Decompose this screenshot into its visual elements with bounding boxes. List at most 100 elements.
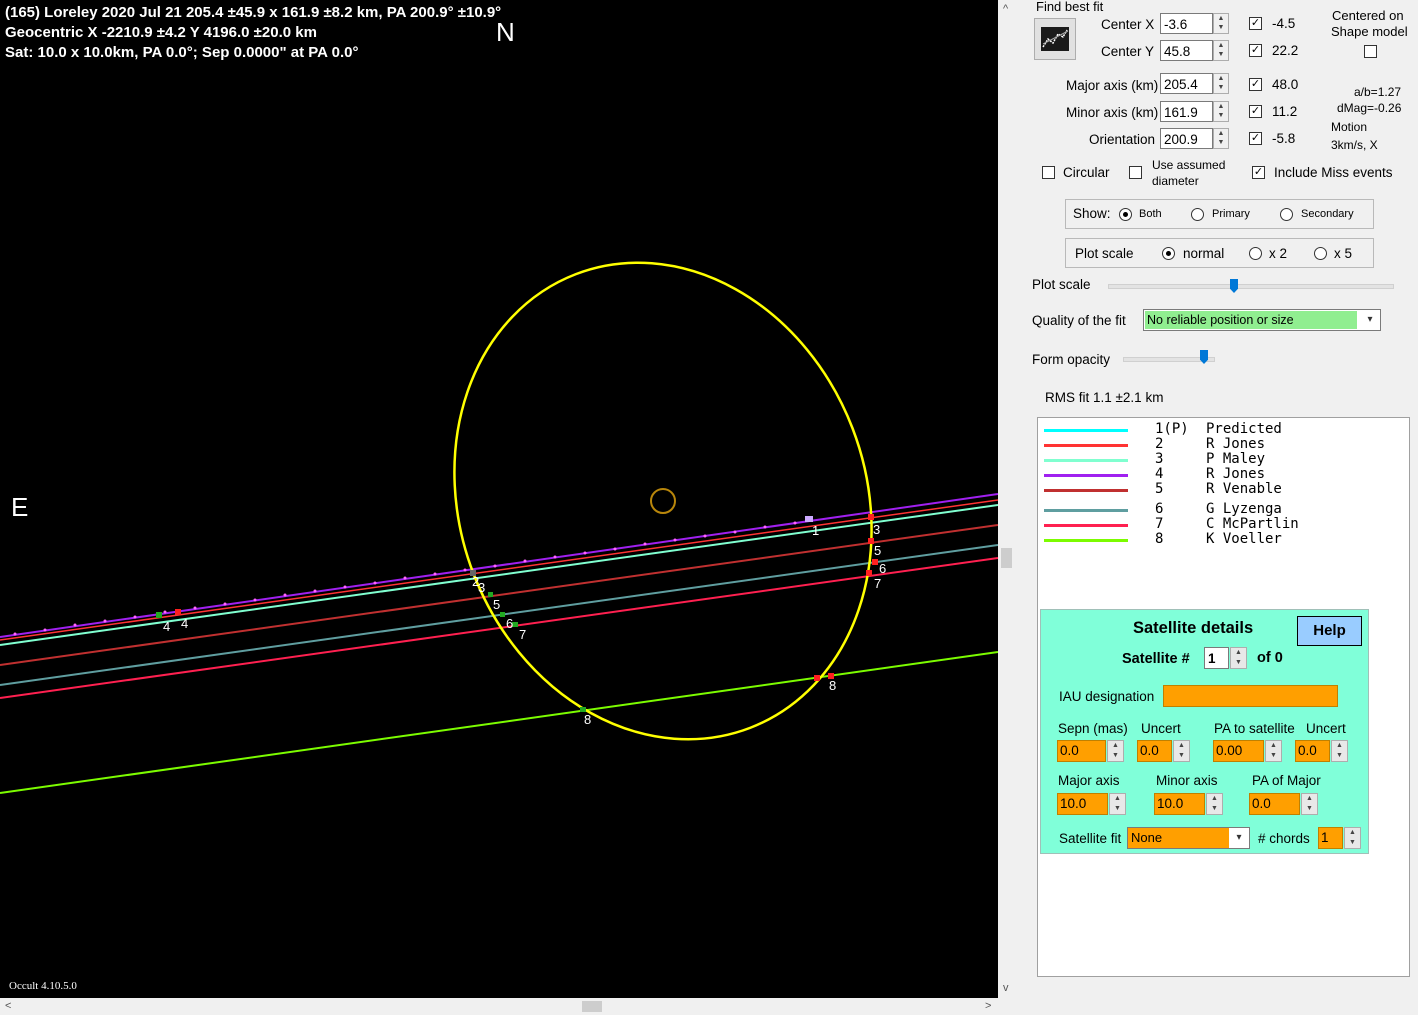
- asteroid-outline: [453, 261, 873, 741]
- legend-id: 6: [1155, 501, 1164, 517]
- legend-id: 3: [1155, 451, 1164, 467]
- pa-satellite-spinner[interactable]: ▲ ▼: [1265, 740, 1282, 762]
- circular-checkbox[interactable]: [1042, 166, 1055, 179]
- legend-id: 5: [1155, 481, 1164, 497]
- scroll-right-icon[interactable]: >: [985, 1000, 991, 1012]
- pa-uncert-spinner[interactable]: ▲ ▼: [1331, 740, 1348, 762]
- chords-input[interactable]: 1: [1318, 827, 1343, 849]
- sepn-uncert-input[interactable]: 0.0: [1137, 740, 1172, 762]
- show-both-label: Both: [1139, 208, 1162, 220]
- major-axis-label: Major axis (km): [1066, 78, 1159, 93]
- satellite-of-label: of 0: [1257, 650, 1283, 666]
- show-secondary-radio[interactable]: [1280, 208, 1293, 221]
- major-axis-checkbox[interactable]: ✓: [1249, 78, 1262, 91]
- chords-spinner[interactable]: ▲ ▼: [1344, 827, 1361, 849]
- occultation-plot[interactable]: 1 2 3 4 4 5 5 6 6 7 7 8 8 3 (165) Lorele…: [0, 0, 998, 998]
- chord-8: [0, 651, 998, 794]
- plot-scale-track[interactable]: [1108, 284, 1394, 289]
- find-best-fit-button[interactable]: [1034, 18, 1076, 60]
- satellite-fit-combo[interactable]: None ▾: [1127, 827, 1250, 849]
- find-best-fit-label: Find best fit: [1036, 0, 1104, 14]
- sat-pa-major-spinner[interactable]: ▲ ▼: [1301, 793, 1318, 815]
- center-marker: [650, 488, 676, 514]
- centered-on-label: Centered on: [1332, 8, 1404, 23]
- center-y-input[interactable]: 45.8: [1160, 40, 1213, 61]
- motion-value: 3km/s, X: [1331, 138, 1378, 152]
- chord-label-3: 3: [478, 580, 485, 595]
- satellite-number-input[interactable]: 1: [1204, 647, 1229, 669]
- plot-scale-slider-thumb[interactable]: [1230, 279, 1238, 293]
- sat-major-input[interactable]: 10.0: [1057, 793, 1108, 815]
- scroll-up-icon[interactable]: ^: [1003, 3, 1008, 15]
- center-y-checkbox[interactable]: ✓: [1249, 44, 1262, 57]
- help-button[interactable]: Help: [1297, 616, 1362, 646]
- chord-label-1: 1: [812, 523, 819, 538]
- use-assumed-checkbox[interactable]: [1129, 166, 1142, 179]
- include-miss-checkbox[interactable]: ✓: [1252, 166, 1265, 179]
- orientation-label: Orientation: [1089, 132, 1156, 147]
- satellite-number-spinner[interactable]: ▲ ▼: [1230, 647, 1247, 669]
- ab-ratio: a/b=1.27: [1354, 85, 1402, 99]
- scale-normal-radio[interactable]: [1162, 247, 1175, 260]
- pa-satellite-input[interactable]: 0.00: [1213, 740, 1264, 762]
- show-both-radio[interactable]: [1119, 208, 1132, 221]
- satellite-title: Satellite details: [1133, 619, 1254, 637]
- scale-x5-radio[interactable]: [1314, 247, 1327, 260]
- chevron-down-icon[interactable]: ▾: [1360, 310, 1380, 330]
- orientation-spinner[interactable]: ▲ ▼: [1213, 128, 1229, 149]
- minor-axis-spinner[interactable]: ▲ ▼: [1213, 101, 1229, 122]
- sepn-uncert-spinner[interactable]: ▲ ▼: [1173, 740, 1190, 762]
- legend-line-swatch: [1044, 459, 1128, 462]
- chord-label-5a: 5: [493, 597, 500, 612]
- legend-line-swatch: [1044, 474, 1128, 477]
- vertical-scrollbar[interactable]: ^ v: [998, 0, 1016, 998]
- iau-designation-input[interactable]: [1163, 685, 1338, 707]
- chord-label-8a: 8: [584, 712, 591, 727]
- orientation-input[interactable]: 200.9: [1160, 128, 1213, 149]
- orientation-checkbox[interactable]: ✓: [1249, 132, 1262, 145]
- chord-label-7a: 7: [519, 627, 526, 642]
- legend-id: 8: [1155, 531, 1164, 547]
- legend-line-swatch: [1044, 539, 1128, 542]
- show-primary-radio[interactable]: [1191, 208, 1204, 221]
- plot-canvas: 1 2 3 4 4 5 5 6 6 7 7 8 8 3: [0, 261, 998, 794]
- sat-major-label: Major axis: [1058, 773, 1120, 788]
- chevron-down-icon[interactable]: ▾: [1229, 828, 1249, 848]
- center-x-checkbox[interactable]: ✓: [1249, 17, 1262, 30]
- shape-model-checkbox[interactable]: [1364, 45, 1377, 58]
- plot-scale-label: Plot scale: [1075, 246, 1134, 261]
- major-axis-spinner[interactable]: ▲ ▼: [1213, 73, 1229, 94]
- legend-line-swatch: [1044, 489, 1128, 492]
- sepn-input[interactable]: 0.0: [1057, 740, 1106, 762]
- center-y-uncert: 22.2: [1272, 43, 1299, 58]
- minor-axis-label: Minor axis (km): [1066, 105, 1159, 120]
- scale-x2-radio[interactable]: [1249, 247, 1262, 260]
- sepn-label: Sepn (mas): [1058, 721, 1128, 736]
- graph-fit-icon: [1041, 27, 1069, 51]
- chord-5: [0, 524, 998, 666]
- legend-line-swatch: [1044, 509, 1128, 512]
- sat-minor-spinner[interactable]: ▲ ▼: [1206, 793, 1223, 815]
- quality-combo[interactable]: No reliable position or size ▾: [1143, 309, 1381, 331]
- north-label: N: [496, 17, 515, 47]
- scroll-left-icon[interactable]: <: [5, 1000, 11, 1012]
- center-x-input[interactable]: -3.6: [1160, 13, 1213, 34]
- legend-observer: R Jones: [1206, 436, 1266, 452]
- pa-uncert-input[interactable]: 0.0: [1295, 740, 1330, 762]
- center-x-spinner[interactable]: ▲ ▼: [1213, 13, 1229, 34]
- quality-label: Quality of the fit: [1032, 313, 1126, 328]
- sepn-spinner[interactable]: ▲ ▼: [1107, 740, 1124, 762]
- horizontal-scrollbar[interactable]: < >: [0, 998, 998, 1015]
- sat-major-spinner[interactable]: ▲ ▼: [1109, 793, 1126, 815]
- vertical-scroll-thumb[interactable]: [1001, 548, 1012, 568]
- center-y-spinner[interactable]: ▲ ▼: [1213, 40, 1229, 61]
- legend-observer: P Maley: [1206, 451, 1266, 467]
- minor-axis-input[interactable]: 161.9: [1160, 101, 1213, 122]
- sat-pa-major-input[interactable]: 0.0: [1249, 793, 1300, 815]
- scroll-down-icon[interactable]: v: [1003, 982, 1009, 994]
- major-axis-input[interactable]: 205.4: [1160, 73, 1213, 94]
- sat-minor-input[interactable]: 10.0: [1154, 793, 1205, 815]
- chord-label-3b: 3: [873, 522, 880, 537]
- horizontal-scroll-thumb[interactable]: [582, 1001, 602, 1012]
- minor-axis-checkbox[interactable]: ✓: [1249, 105, 1262, 118]
